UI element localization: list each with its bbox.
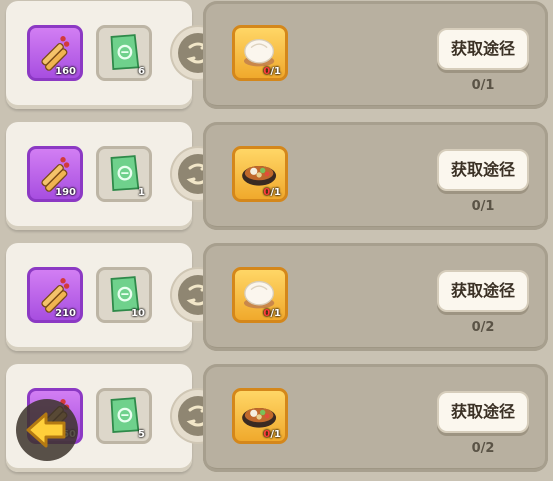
- ticket-count: 1: [138, 187, 145, 198]
- ticket-count: 6: [138, 66, 145, 77]
- exchange-row: 190 1 0/1 获取途径 0/1: [0, 121, 553, 233]
- reward-need: /1: [270, 66, 281, 77]
- reward-item-slot[interactable]: 0/1: [232, 267, 288, 323]
- scroll-item-slot[interactable]: 160: [27, 25, 83, 81]
- ticket-item-slot[interactable]: 1: [96, 146, 152, 202]
- get-source-button[interactable]: 获取途径: [437, 149, 529, 191]
- exchange-row: 50 5: [0, 363, 553, 475]
- exchange-list: 160 6 0/1 获取途径 0/1 190 1 0/1 获取途径 0/1 21…: [0, 0, 553, 481]
- ticket-item-slot[interactable]: 10: [96, 267, 152, 323]
- scroll-item-slot[interactable]: 190: [27, 146, 83, 202]
- reward-requirement: 0/1: [263, 187, 281, 198]
- ticket-item-slot[interactable]: 6: [96, 25, 152, 81]
- reward-need: /1: [270, 187, 281, 198]
- get-source-button[interactable]: 获取途径: [437, 28, 529, 70]
- reward-requirement: 0/1: [263, 66, 281, 77]
- exchange-progress: 0/1: [471, 199, 495, 214]
- scroll-count: 210: [55, 308, 76, 319]
- exchange-progress: 0/1: [471, 78, 495, 93]
- get-source-button[interactable]: 获取途径: [437, 270, 529, 312]
- get-source-button[interactable]: 获取途径: [437, 391, 529, 433]
- scroll-count: 160: [55, 66, 76, 77]
- reward-need: /1: [270, 308, 281, 319]
- reward-requirement: 0/1: [263, 429, 281, 440]
- reward-need: /1: [270, 429, 281, 440]
- ticket-count: 5: [138, 429, 145, 440]
- scroll-count: 190: [55, 187, 76, 198]
- ticket-item-slot[interactable]: 5: [96, 388, 152, 444]
- exchange-row: 160 6 0/1 获取途径 0/1: [0, 0, 553, 112]
- exchange-row: 210 10 0/1 获取途径 0/2: [0, 242, 553, 354]
- reward-item-slot[interactable]: 0/1: [232, 25, 288, 81]
- reward-item-slot[interactable]: 0/1: [232, 388, 288, 444]
- back-button[interactable]: [16, 399, 78, 461]
- ticket-count: 10: [131, 308, 145, 319]
- reward-item-slot[interactable]: 0/1: [232, 146, 288, 202]
- back-arrow-icon: [26, 412, 66, 448]
- exchange-progress: 0/2: [471, 441, 495, 456]
- reward-requirement: 0/1: [263, 308, 281, 319]
- exchange-progress: 0/2: [471, 320, 495, 335]
- scroll-item-slot[interactable]: 210: [27, 267, 83, 323]
